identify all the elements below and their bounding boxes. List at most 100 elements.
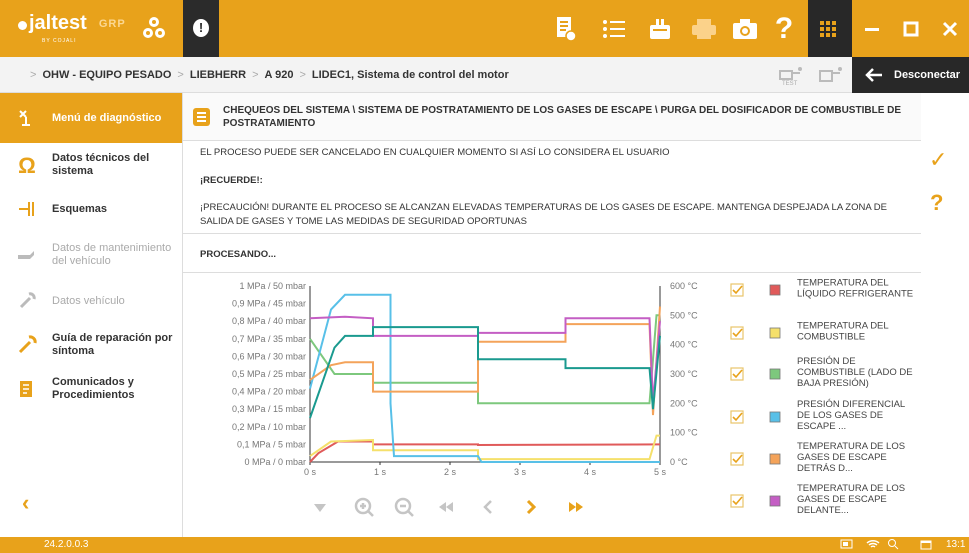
- last-icon[interactable]: [569, 502, 583, 512]
- sidebar-item-communications[interactable]: Comunicados y Procedimientos: [0, 367, 182, 411]
- connector-icon[interactable]: [816, 63, 844, 92]
- screenshot-app-icon[interactable]: [640, 0, 680, 57]
- legend-label: DETRÁS D...: [797, 463, 853, 474]
- prev-icon[interactable]: [483, 500, 492, 514]
- left-tick-label: 0,1 MPa / 5 mbar: [237, 439, 306, 449]
- series-line-1: [309, 434, 660, 461]
- maximize-icon[interactable]: [891, 0, 930, 57]
- chevron-right-icon: >: [252, 68, 259, 81]
- status-bar: 24.2.0.0.3 13:1: [0, 537, 969, 553]
- instructions-area: EL PROCESO PUEDE SER CANCELADO EN CUALQU…: [183, 141, 921, 273]
- right-tick-label: 100 °C: [670, 428, 698, 438]
- legend-swatch: [769, 453, 781, 465]
- report-icon[interactable]: [546, 0, 586, 57]
- warning-text: ¡PRECAUCIÓN! DURANTE EL PROCESO SE ALCAN…: [200, 202, 887, 227]
- sidebar-item-technical-data[interactable]: Ω Datos técnicos del sistema: [0, 143, 182, 187]
- page-title: CHEQUEOS DEL SISTEMA \ SISTEMA DE POSTRA…: [183, 93, 921, 141]
- wrench-icon: [16, 290, 38, 312]
- documents-icon: [16, 378, 38, 400]
- alert-button[interactable]: !: [183, 0, 219, 57]
- list-icon[interactable]: [594, 0, 634, 57]
- x-tick-label: 4 s: [584, 467, 597, 477]
- legend-label: PRESIÓN DIFERENCIAL: [797, 399, 905, 410]
- right-actions: ✓ ?: [921, 93, 969, 537]
- left-tick-label: 0,6 MPa / 30 mbar: [232, 351, 306, 361]
- search-status-icon: [887, 538, 899, 553]
- grid-icon[interactable]: [808, 0, 848, 57]
- sidebar-item-repair-guide[interactable]: Guía de reparación por síntoma: [0, 323, 182, 367]
- legend-swatch: [769, 327, 781, 339]
- line-chart: 1 MPa / 50 mbar 0,9 MPa / 45 mbar 0,8 MPa …: [232, 270, 938, 528]
- legend-checkbox[interactable]: [730, 452, 744, 466]
- oil-can-icon: [16, 244, 38, 266]
- legend-label: TEMPERATURA DEL: [797, 321, 889, 332]
- cogs-icon[interactable]: [141, 15, 167, 46]
- arrow-left-icon: [865, 68, 882, 82]
- processing-label: PROCESANDO...: [200, 249, 277, 260]
- legend-checkbox[interactable]: [730, 367, 744, 381]
- chevron-right-icon: >: [177, 68, 184, 81]
- left-tick-label: 0 MPa / 0 mbar: [244, 457, 306, 467]
- legend-label: DELANTE...: [797, 505, 849, 516]
- version-label: 24.2.0.0.3: [44, 539, 89, 550]
- legend-label: COMBUSTIBLE: [797, 332, 865, 343]
- zoom-out-icon[interactable]: [394, 497, 414, 517]
- breadcrumb-item[interactable]: A 920: [265, 69, 294, 81]
- legend-checkbox[interactable]: [730, 326, 744, 340]
- minimize-icon[interactable]: [852, 0, 891, 57]
- sidebar: Menú de diagnóstico Ω Datos técnicos del…: [0, 93, 183, 537]
- legend-swatch: [769, 284, 781, 296]
- next-icon[interactable]: [526, 499, 537, 515]
- chevron-right-icon: >: [30, 68, 37, 81]
- disconnect-label: Desconectar: [894, 69, 961, 81]
- camera-icon[interactable]: [725, 0, 765, 57]
- legend-label: TEMPERATURA DE LOS: [797, 441, 905, 452]
- calendar-icon: [920, 539, 932, 553]
- legend-label: ESCAPE ...: [797, 421, 846, 432]
- series-line-4: [309, 306, 661, 416]
- omega-icon: Ω: [18, 152, 36, 178]
- legend-label: BAJA PRESIÓN): [797, 378, 869, 389]
- battery-icon: [840, 539, 854, 552]
- legend-label: TEMPERATURA DEL: [797, 278, 889, 289]
- breadcrumb-item[interactable]: LIDEC1, Sistema de control del motor: [312, 69, 509, 81]
- x-tick-label: 2 s: [444, 467, 457, 477]
- filter-icon[interactable]: [314, 504, 326, 512]
- chevron-right-icon: >: [299, 68, 306, 81]
- disconnect-button[interactable]: Desconectar: [852, 57, 969, 93]
- breadcrumb-item[interactable]: LIEBHERR: [190, 69, 246, 81]
- back-chevron-icon[interactable]: ‹: [22, 490, 29, 516]
- right-tick-label: 600 °C: [670, 281, 698, 291]
- legend-checkbox[interactable]: [730, 410, 744, 424]
- diagnosis-icon: [16, 107, 38, 129]
- legend-label: COMBUSTIBLE (LADO DE: [797, 367, 913, 378]
- legend-checkbox[interactable]: [730, 494, 744, 508]
- left-tick-label: 0,3 MPa / 15 mbar: [232, 404, 306, 414]
- remember-heading: ¡RECUERDE!:: [200, 175, 263, 186]
- left-tick-label: 0,2 MPa / 10 mbar: [232, 422, 306, 432]
- right-tick-label: 300 °C: [670, 369, 698, 379]
- help-icon[interactable]: ?: [764, 0, 804, 57]
- breadcrumb-item[interactable]: OHW - EQUIPO PESADO: [42, 69, 171, 81]
- right-tick-label: 200 °C: [670, 398, 698, 408]
- legend-swatch: [769, 495, 781, 507]
- help-question-icon[interactable]: ?: [930, 190, 943, 216]
- test-connector-icon[interactable]: TEST: [776, 63, 804, 94]
- legend-label: DE LOS GASES DE: [797, 410, 883, 421]
- left-tick-label: 0,4 MPa / 20 mbar: [232, 387, 306, 397]
- close-icon[interactable]: [930, 0, 969, 57]
- left-tick-label: 0,9 MPa / 45 mbar: [232, 299, 306, 309]
- x-tick-label: 0 s: [304, 467, 317, 477]
- zoom-in-icon[interactable]: [354, 497, 374, 517]
- sidebar-item-diagnosis[interactable]: Menú de diagnóstico: [0, 93, 182, 143]
- confirm-check-icon[interactable]: ✓: [929, 147, 947, 173]
- legend-checkbox[interactable]: [730, 283, 744, 297]
- left-tick-label: 0,8 MPa / 40 mbar: [232, 316, 306, 326]
- clock-time: 13:1: [946, 539, 966, 550]
- first-icon[interactable]: [439, 502, 453, 512]
- sidebar-item-schemas[interactable]: Esquemas: [0, 187, 182, 231]
- main-panel: CHEQUEOS DEL SISTEMA \ SISTEMA DE POSTRA…: [183, 93, 938, 537]
- printer-icon[interactable]: [684, 0, 724, 57]
- chart-area: 1 MPa / 50 mbar 0,9 MPa / 45 mbar 0,8 MPa …: [183, 270, 938, 535]
- sidebar-item-vehicle-data: Datos vehículo: [0, 279, 182, 323]
